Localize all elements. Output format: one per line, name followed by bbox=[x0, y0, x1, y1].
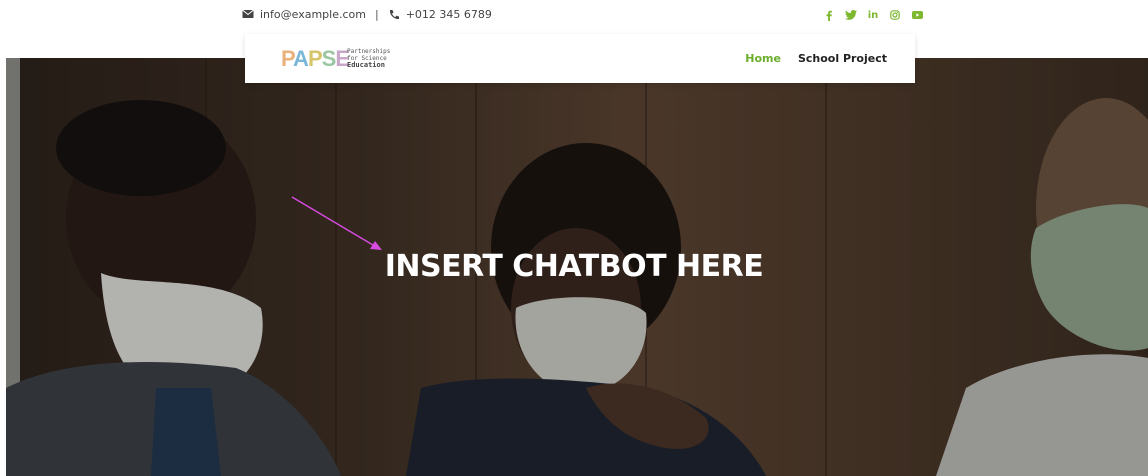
social-links: in bbox=[818, 9, 928, 23]
phone-icon bbox=[388, 9, 402, 21]
pointer-arrow-icon bbox=[291, 196, 382, 250]
logo-mark: PAPSE bbox=[281, 46, 350, 71]
logo-tagline: Partnerships for Science Education bbox=[347, 48, 391, 69]
top-bar: info@example.com | +012 345 6789 in bbox=[0, 0, 1148, 34]
nav-item-home[interactable]: Home bbox=[745, 52, 781, 65]
phone-link[interactable]: +012 345 6789 bbox=[406, 8, 492, 21]
facebook-icon[interactable] bbox=[818, 9, 840, 23]
instagram-icon[interactable] bbox=[884, 9, 906, 23]
hero-headline: INSERT CHATBOT HERE bbox=[384, 249, 764, 284]
contact-info: info@example.com | +012 345 6789 bbox=[242, 8, 492, 21]
contact-separator: | bbox=[374, 8, 379, 21]
twitter-icon[interactable] bbox=[840, 9, 862, 23]
youtube-icon[interactable] bbox=[906, 9, 928, 23]
envelope-icon bbox=[242, 9, 256, 21]
main-navbar: PAPSE Partnerships for Science Education… bbox=[245, 34, 915, 83]
linkedin-icon[interactable]: in bbox=[862, 9, 884, 23]
site-logo[interactable]: PAPSE Partnerships for Science Education bbox=[281, 45, 399, 73]
email-link[interactable]: info@example.com bbox=[260, 8, 366, 21]
nav-item-school-project[interactable]: School Project bbox=[798, 52, 887, 65]
nav-menu: Home School Project bbox=[745, 52, 887, 65]
